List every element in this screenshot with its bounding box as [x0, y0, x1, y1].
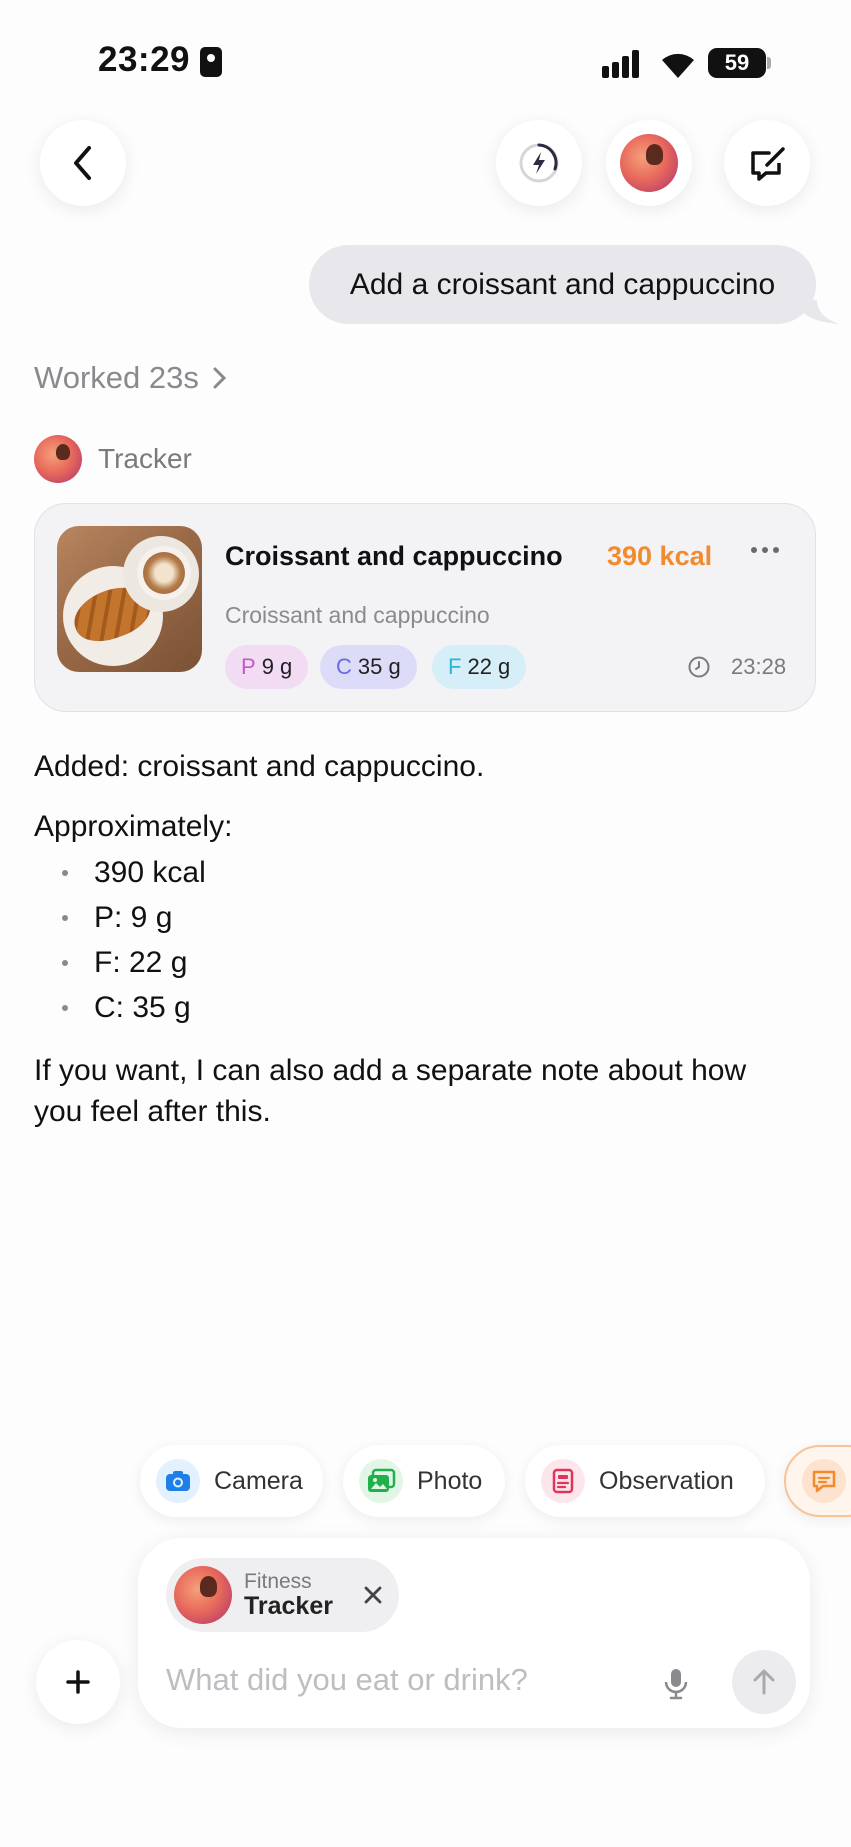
list-item: P: 9 g: [62, 895, 206, 940]
cellular-signal-icon: [602, 48, 644, 78]
wifi-icon: [658, 46, 698, 80]
camera-icon: [156, 1459, 200, 1503]
battery-nub: [767, 57, 771, 69]
new-chat-button[interactable]: [724, 120, 810, 206]
macro-value: 9 g: [261, 654, 293, 679]
macro-value: 22 g: [467, 654, 511, 679]
assistant-reply-line: Added: croissant and cappuccino.: [34, 750, 485, 783]
assistant-header: Tracker: [34, 435, 192, 483]
assistant-reply-line: Approximately:: [34, 810, 233, 843]
list-item-text: P: 9 g: [94, 900, 173, 934]
avatar: [620, 134, 678, 192]
message-input[interactable]: [166, 1658, 636, 1702]
macro-letter: P: [241, 654, 256, 679]
chevron-left-icon: [74, 146, 91, 180]
status-time: 23:29: [98, 40, 191, 79]
food-kcal: 390 kcal: [607, 541, 713, 571]
food-entry-card[interactable]: Croissant and cappuccino 390 kcal Croiss…: [34, 503, 816, 712]
message-composer: Fitness Tracker: [138, 1538, 810, 1728]
more-options-icon[interactable]: [751, 544, 781, 556]
photo-chip[interactable]: Photo: [343, 1445, 505, 1517]
list-item-text: 390 kcal: [94, 855, 206, 889]
user-message-bubble[interactable]: Add a croissant and cappuccino: [309, 245, 816, 324]
camera-chip-label: Camera: [214, 1466, 303, 1495]
assistant-reply-line: If you want, I can also add a separate n…: [34, 1054, 747, 1129]
compose-icon: [751, 147, 785, 181]
profile-avatar-button[interactable]: [606, 120, 692, 206]
worked-duration-toggle[interactable]: Worked 23s: [34, 360, 229, 396]
microphone-icon[interactable]: [662, 1666, 690, 1702]
list-item: F: 22 g: [62, 940, 206, 985]
observation-chip-label: Observation: [599, 1466, 734, 1495]
macro-protein-badge: P 9 g: [225, 645, 309, 689]
battery-level: 59: [724, 50, 750, 75]
tracker-avatar: [34, 435, 82, 483]
arrow-up-icon: [753, 1669, 775, 1695]
close-icon[interactable]: [360, 1582, 386, 1608]
macro-carbs-badge: C 35 g: [320, 645, 417, 689]
food-subtitle: Croissant and cappuccino: [225, 602, 490, 628]
list-item: 390 kcal: [62, 850, 206, 895]
macro-fat-badge: F 22 g: [432, 645, 527, 689]
send-button[interactable]: [732, 1650, 796, 1714]
bubble-tail: [795, 300, 839, 324]
quick-mode-button[interactable]: [496, 120, 582, 206]
lightning-progress-icon: [519, 143, 559, 183]
list-item-text: F: 22 g: [94, 945, 188, 979]
food-time: 23:28: [731, 654, 787, 679]
battery-indicator: 59: [708, 48, 766, 78]
tracker-chip-avatar: [174, 1566, 232, 1624]
macro-value: 35 g: [357, 654, 401, 679]
food-title: Croissant and cappuccino: [225, 541, 563, 571]
photo-chip-label: Photo: [417, 1466, 483, 1495]
tracker-chip-category: Fitness: [244, 1569, 312, 1593]
message-icon: [802, 1459, 846, 1503]
food-photo: [57, 526, 202, 672]
add-attachment-button[interactable]: [36, 1640, 120, 1724]
back-button[interactable]: [40, 120, 126, 206]
tracker-chip-name: Tracker: [244, 1591, 333, 1620]
observation-chip[interactable]: Observation: [525, 1445, 765, 1517]
feedback-chip[interactable]: [784, 1445, 851, 1517]
nutrition-list: 390 kcal P: 9 g F: 22 g C: 35 g: [62, 850, 206, 1030]
worked-label: Worked 23s: [34, 360, 199, 395]
list-item-text: C: 35 g: [94, 990, 191, 1024]
macro-letter: C: [336, 654, 352, 679]
macro-letter: F: [448, 654, 462, 679]
selected-tracker-chip[interactable]: Fitness Tracker: [166, 1558, 399, 1632]
list-item: C: 35 g: [62, 985, 206, 1030]
camera-chip[interactable]: Camera: [140, 1445, 323, 1517]
clock-icon: [688, 656, 710, 678]
note-icon: [541, 1459, 585, 1503]
plus-icon: [66, 1670, 90, 1694]
photo-icon: [359, 1459, 403, 1503]
assistant-name: Tracker: [98, 443, 192, 474]
screen-lock-icon: [200, 47, 222, 77]
chevron-right-icon: [213, 367, 227, 389]
